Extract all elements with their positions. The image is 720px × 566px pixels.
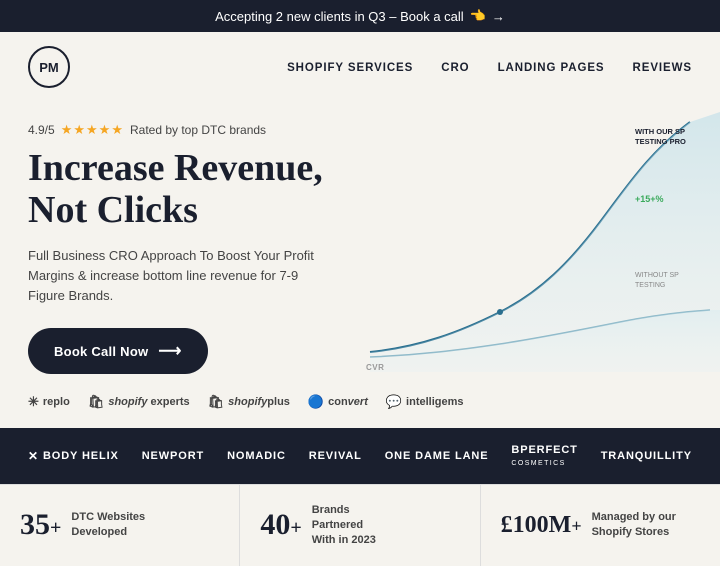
brand-bperfect: BPERFECTCOSMETICS	[511, 444, 577, 468]
svg-text:WITH OUR SP: WITH OUR SP	[635, 127, 685, 136]
nav-links: SHOPIFY SERVICES CRO LANDING PAGES REVIE…	[287, 58, 692, 76]
nav-logo[interactable]: PM	[28, 46, 70, 88]
stat-brands-partnered: 40+ Brands Partnered With in 2023	[240, 485, 480, 566]
svg-text:WITHOUT SP: WITHOUT SP	[635, 272, 679, 279]
growth-chart: CVR WITH OUR SP TESTING PRO +15+% WITHOU…	[340, 112, 720, 372]
brand-x-icon: ✕	[28, 449, 39, 463]
partner-convert: 🔵 convert	[308, 394, 368, 410]
rating-text: Rated by top DTC brands	[130, 123, 266, 137]
stat-managed: £100M+ Managed by our Shopify Stores	[481, 485, 720, 566]
book-call-button[interactable]: Book Call Now ⟶	[28, 328, 208, 374]
partners-section: ✳ replo 🛍 shopify experts 🛍 shopifyplus …	[0, 384, 720, 428]
brand-one-dame-lane: ONE DAME LANE	[385, 450, 489, 462]
stat-number-websites: 35+	[20, 508, 61, 542]
stat-dtc-websites: 35+ DTC Websites Developed	[0, 485, 240, 566]
hero-section: 4.9/5 ★★★★★ Rated by top DTC brands Incr…	[0, 102, 720, 384]
shopify-bag-icon: 🛍	[88, 394, 105, 410]
svg-text:TESTING PRO: TESTING PRO	[635, 137, 686, 146]
partner-intelligems: 💬 intelligems	[386, 394, 464, 410]
banner-emoji: 👈	[470, 8, 486, 24]
shopify-plus-label: shopifyplus	[228, 396, 290, 408]
nav-item-landing[interactable]: LANDING PAGES	[498, 58, 605, 76]
brand-body-helix: ✕ body helix	[28, 449, 119, 463]
replo-label: replo	[43, 396, 70, 408]
partner-shopify-plus: 🛍 shopifyplus	[208, 394, 290, 410]
brand-tranquillity: TRANQUILLITY	[601, 450, 692, 462]
convert-label: convert	[328, 396, 368, 408]
intelligems-label: intelligems	[406, 396, 463, 408]
shopify-plus-icon: 🛍	[208, 394, 225, 410]
svg-text:TESTING: TESTING	[635, 282, 665, 289]
banner-text: Accepting 2 new clients in Q3 – Book a c…	[215, 9, 464, 24]
cta-label: Book Call Now	[54, 344, 148, 359]
hero-chart: CVR WITH OUR SP TESTING PRO +15+% WITHOU…	[340, 112, 720, 372]
stats-bar: 35+ DTC Websites Developed 40+ Brands Pa…	[0, 484, 720, 566]
banner-arrow: →	[492, 9, 505, 24]
navbar: PM SHOPIFY SERVICES CRO LANDING PAGES RE…	[0, 32, 720, 102]
partner-shopify-experts: 🛍 shopify experts	[88, 394, 190, 410]
hero-content: 4.9/5 ★★★★★ Rated by top DTC brands Incr…	[28, 122, 368, 374]
hero-description: Full Business CRO Approach To Boost Your…	[28, 246, 318, 306]
brand-newport: NEWPORT	[142, 450, 204, 462]
svg-text:CVR: CVR	[366, 363, 384, 372]
brand-revival: REVIVAL	[309, 450, 362, 462]
replo-icon: ✳	[28, 394, 39, 410]
convert-icon: 🔵	[308, 394, 324, 410]
shopify-experts-label: shopify experts	[108, 396, 189, 408]
intelligems-icon: 💬	[386, 394, 402, 410]
rating-score: 4.9/5	[28, 123, 55, 137]
partner-replo: ✳ replo	[28, 394, 70, 410]
top-banner: Accepting 2 new clients in Q3 – Book a c…	[0, 0, 720, 32]
stat-desc-managed: Managed by our Shopify Stores	[592, 510, 676, 540]
stat-number-managed: £100M+	[501, 512, 582, 539]
brands-bar: ✕ body helix NEWPORT NOMADIC REVIVAL ONE…	[0, 428, 720, 484]
svg-text:+15+%: +15+%	[635, 194, 664, 204]
stat-number-brands: 40+	[260, 508, 301, 542]
hero-title: Increase Revenue, Not Clicks	[28, 148, 368, 232]
stat-desc-websites: DTC Websites Developed	[71, 510, 145, 540]
nav-item-cro[interactable]: CRO	[441, 58, 469, 76]
rating: 4.9/5 ★★★★★ Rated by top DTC brands	[28, 122, 368, 138]
stat-desc-brands: Brands Partnered With in 2023	[312, 503, 402, 548]
cta-arrow-icon: ⟶	[158, 341, 181, 361]
brand-nomadic: NOMADIC	[227, 450, 286, 462]
nav-item-reviews[interactable]: REVIEWS	[633, 58, 692, 76]
stars: ★★★★★	[61, 122, 124, 138]
nav-item-shopify[interactable]: SHOPIFY SERVICES	[287, 58, 413, 76]
